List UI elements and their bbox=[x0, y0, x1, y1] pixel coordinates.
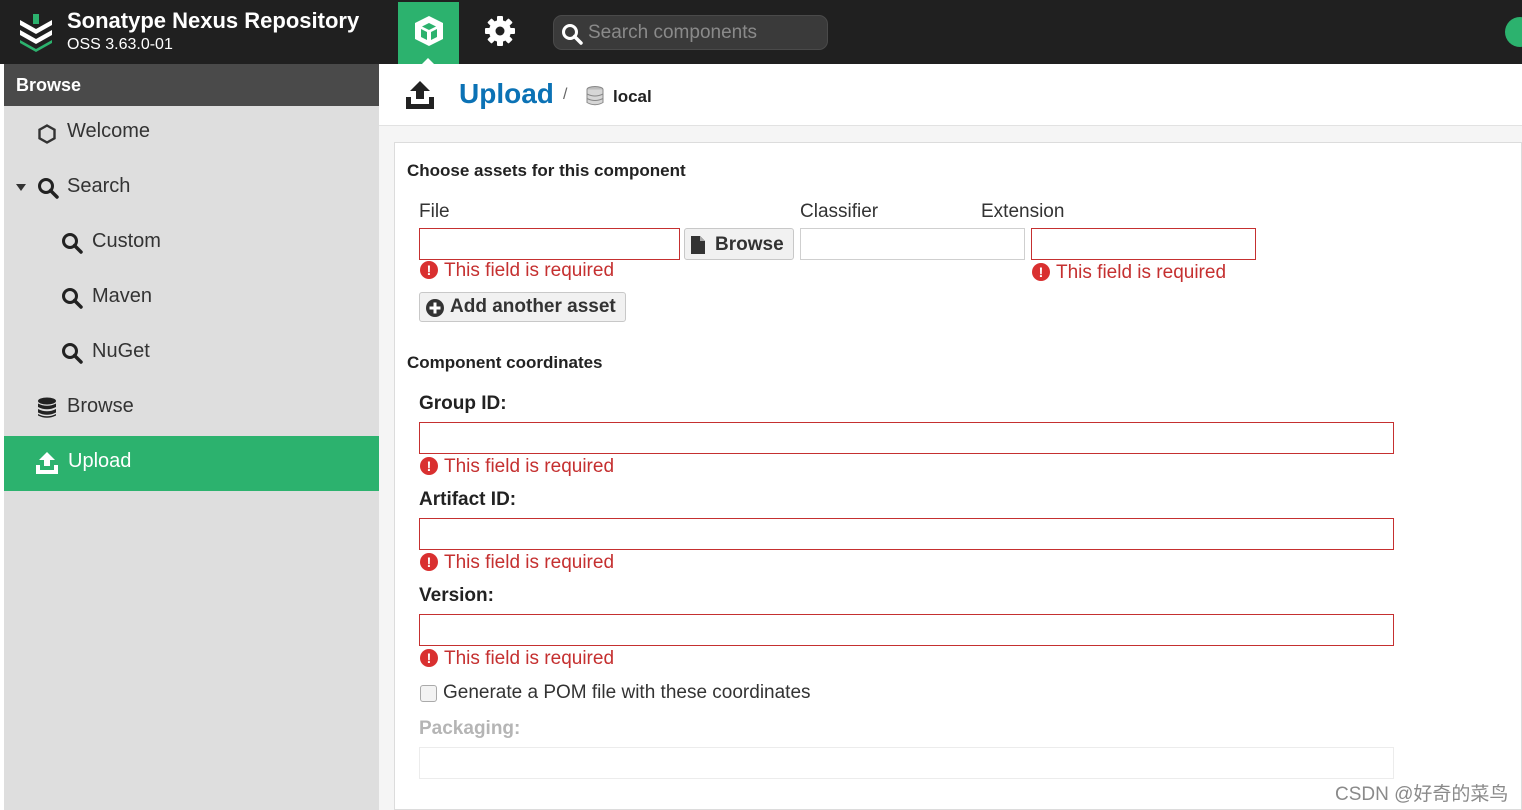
file-icon bbox=[691, 236, 705, 254]
upload-form: Choose assets for this component File Cl… bbox=[394, 142, 1522, 810]
classifier-label: Classifier bbox=[800, 201, 879, 222]
group-id-error: ! This field is required bbox=[420, 456, 614, 478]
artifact-id-field[interactable] bbox=[419, 518, 1394, 550]
generate-pom-checkbox[interactable] bbox=[420, 685, 437, 702]
sidebar-item-maven[interactable]: Maven bbox=[4, 271, 379, 326]
sidebar-item-browse[interactable]: Browse bbox=[4, 381, 379, 436]
app-version: OSS 3.63.0-01 bbox=[67, 36, 173, 53]
extension-label: Extension bbox=[981, 201, 1065, 222]
version-error: ! This field is required bbox=[420, 648, 614, 670]
packaging-field bbox=[419, 747, 1394, 779]
error-icon: ! bbox=[420, 553, 438, 571]
upload-icon bbox=[36, 452, 58, 474]
chevron-down-icon[interactable] bbox=[16, 184, 26, 191]
error-icon: ! bbox=[1032, 263, 1050, 281]
extension-field[interactable] bbox=[1031, 228, 1256, 260]
main-content: Upload / local Choose assets for this co… bbox=[379, 64, 1522, 810]
extension-error: ! This field is required bbox=[1032, 262, 1226, 284]
page-title[interactable]: Upload bbox=[459, 78, 554, 110]
search-icon bbox=[62, 288, 83, 309]
watermark: CSDN @好奇的菜鸟 bbox=[1335, 784, 1509, 805]
classifier-field[interactable] bbox=[800, 228, 1025, 260]
search-icon bbox=[38, 178, 59, 199]
version-error-text: This field is required bbox=[444, 648, 615, 669]
group-id-field[interactable] bbox=[419, 422, 1394, 454]
sidebar: Browse Welcome Search Custom Maven NuGet… bbox=[4, 64, 379, 810]
check-circle-icon[interactable] bbox=[1505, 17, 1522, 47]
upload-icon bbox=[406, 81, 434, 109]
sidebar-header: Browse bbox=[4, 64, 379, 106]
file-error-text: This field is required bbox=[444, 260, 615, 281]
component-search[interactable] bbox=[553, 15, 828, 50]
breadcrumb: Upload / local bbox=[379, 64, 1522, 126]
assets-section-title: Choose assets for this component bbox=[407, 161, 686, 180]
extension-error-text: This field is required bbox=[1056, 262, 1227, 283]
error-icon: ! bbox=[420, 457, 438, 475]
version-field[interactable] bbox=[419, 614, 1394, 646]
sidebar-item-custom[interactable]: Custom bbox=[4, 216, 379, 271]
error-icon: ! bbox=[420, 649, 438, 667]
cube-icon bbox=[415, 16, 443, 46]
file-field[interactable] bbox=[419, 228, 680, 260]
group-id-label: Group ID: bbox=[419, 393, 507, 414]
file-label: File bbox=[419, 201, 450, 222]
sidebar-item-label: Custom bbox=[92, 230, 161, 252]
file-error: ! This field is required bbox=[420, 260, 614, 282]
database-icon bbox=[586, 86, 604, 106]
browse-button[interactable]: Browse bbox=[684, 228, 794, 260]
packaging-label: Packaging: bbox=[419, 718, 521, 739]
search-input[interactable] bbox=[588, 20, 818, 46]
generate-pom-label[interactable]: Generate a POM file with these coordinat… bbox=[443, 682, 811, 704]
sidebar-item-label: Upload bbox=[68, 450, 132, 472]
sidebar-item-search[interactable]: Search bbox=[4, 161, 379, 216]
search-icon bbox=[562, 24, 583, 45]
breadcrumb-separator: / bbox=[563, 86, 568, 103]
error-icon: ! bbox=[420, 261, 438, 279]
sidebar-item-welcome[interactable]: Welcome bbox=[4, 106, 379, 161]
database-icon bbox=[38, 397, 56, 418]
nav-admin-mode[interactable] bbox=[472, 2, 528, 62]
plus-circle-icon bbox=[426, 299, 444, 317]
nexus-logo-icon bbox=[20, 14, 52, 52]
brand[interactable]: Sonatype Nexus Repository OSS 3.63.0-01 bbox=[0, 0, 398, 64]
hexagon-icon bbox=[38, 124, 56, 144]
artifact-id-error: ! This field is required bbox=[420, 552, 614, 574]
search-icon bbox=[62, 233, 83, 254]
sidebar-item-label: NuGet bbox=[92, 340, 150, 362]
coordinates-section-title: Component coordinates bbox=[407, 353, 603, 372]
sidebar-item-label: Browse bbox=[67, 395, 134, 417]
browse-button-label: Browse bbox=[715, 234, 784, 255]
artifact-id-error-text: This field is required bbox=[444, 552, 615, 573]
artifact-id-label: Artifact ID: bbox=[419, 489, 517, 510]
search-icon bbox=[62, 343, 83, 364]
nav-browse-mode[interactable] bbox=[398, 2, 459, 64]
group-id-error-text: This field is required bbox=[444, 456, 615, 477]
sidebar-item-nuget[interactable]: NuGet bbox=[4, 326, 379, 381]
add-asset-button[interactable]: Add another asset bbox=[419, 292, 626, 322]
add-asset-label: Add another asset bbox=[450, 296, 616, 317]
version-label: Version: bbox=[419, 585, 494, 606]
app-title: Sonatype Nexus Repository bbox=[67, 8, 360, 33]
sidebar-item-upload[interactable]: Upload bbox=[4, 436, 379, 491]
sidebar-item-label: Maven bbox=[92, 285, 153, 307]
gear-icon bbox=[485, 16, 515, 46]
breadcrumb-repository: local bbox=[613, 87, 652, 106]
top-bar: Sonatype Nexus Repository OSS 3.63.0-01 bbox=[0, 0, 1522, 64]
sidebar-item-label: Welcome bbox=[67, 120, 150, 142]
sidebar-item-label: Search bbox=[67, 175, 131, 197]
